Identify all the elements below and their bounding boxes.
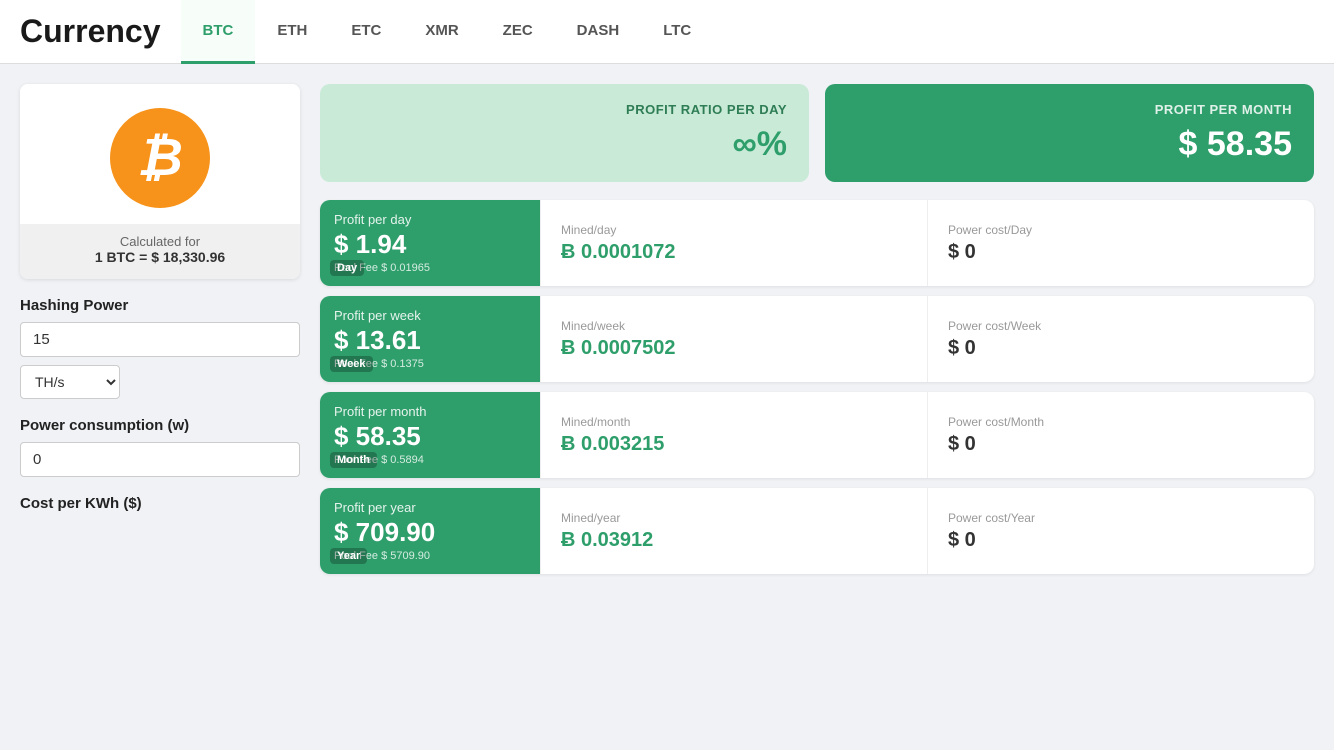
profit-label-week: Profit per week <box>334 308 524 323</box>
data-rows: Profit per day $ 1.94 Pool Fee $ 0.01965… <box>320 200 1314 574</box>
summary-card-month: PROFIT PER MONTH $ 58.35 <box>825 84 1314 182</box>
currency-tabs: BTCETHETCXMRZECDASHLTC <box>181 0 714 64</box>
mined-value-week: Ƀ 0.0007502 <box>561 337 907 360</box>
power-consumption-section: Power consumption (w) <box>20 417 300 477</box>
data-row-week: Profit per week $ 13.61 Pool Fee $ 0.137… <box>320 296 1314 382</box>
tab-etc[interactable]: ETC <box>329 0 403 64</box>
mined-cell-week: Mined/week Ƀ 0.0007502 <box>540 296 927 382</box>
period-badge-week: Week <box>330 356 373 372</box>
data-row-cells-day: Mined/day Ƀ 0.0001072 Power cost/Day $ 0 <box>540 200 1314 286</box>
cost-per-kwh-section: Cost per KWh ($) <box>20 495 300 512</box>
coin-card: ₿ Calculated for 1 BTC = $ 18,330.96 <box>20 84 300 279</box>
unit-select[interactable]: TH/s GH/s MH/s <box>20 365 120 399</box>
data-row-year: Profit per year $ 709.90 Pool Fee $ 5709… <box>320 488 1314 574</box>
mined-label-day: Mined/day <box>561 223 907 237</box>
power-consumption-input[interactable] <box>20 442 300 477</box>
power-value-day: $ 0 <box>948 241 1294 264</box>
data-row-left-year: Profit per year $ 709.90 Pool Fee $ 5709… <box>320 488 540 574</box>
main-content: ₿ Calculated for 1 BTC = $ 18,330.96 Has… <box>0 64 1334 604</box>
tab-zec[interactable]: ZEC <box>481 0 555 64</box>
hashing-power-label: Hashing Power <box>20 297 300 314</box>
mined-value-year: Ƀ 0.03912 <box>561 529 907 552</box>
mined-label-week: Mined/week <box>561 319 907 333</box>
left-panel: ₿ Calculated for 1 BTC = $ 18,330.96 Has… <box>20 84 300 584</box>
profit-label-day: Profit per day <box>334 212 524 227</box>
power-label-day: Power cost/Day <box>948 223 1294 237</box>
mined-value-month: Ƀ 0.003215 <box>561 433 907 456</box>
profit-value-year: $ 709.90 <box>334 517 524 548</box>
summary-card-day: PROFIT RATIO PER DAY ∞% <box>320 84 809 182</box>
page-title: Currency <box>20 13 161 50</box>
header: Currency BTCETHETCXMRZECDASHLTC <box>0 0 1334 64</box>
mined-cell-month: Mined/month Ƀ 0.003215 <box>540 392 927 478</box>
coin-logo-area: ₿ <box>20 84 300 224</box>
hashing-power-input[interactable] <box>20 322 300 357</box>
profit-value-month: $ 58.35 <box>334 421 524 452</box>
mined-cell-day: Mined/day Ƀ 0.0001072 <box>540 200 927 286</box>
data-row-left-day: Profit per day $ 1.94 Pool Fee $ 0.01965… <box>320 200 540 286</box>
power-label-year: Power cost/Year <box>948 511 1294 525</box>
tab-eth[interactable]: ETH <box>255 0 329 64</box>
right-panel: PROFIT RATIO PER DAY ∞% PROFIT PER MONTH… <box>320 84 1314 584</box>
profit-ratio-label: PROFIT RATIO PER DAY <box>626 102 787 117</box>
power-cost-cell-month: Power cost/Month $ 0 <box>927 392 1314 478</box>
mined-value-day: Ƀ 0.0001072 <box>561 241 907 264</box>
power-consumption-label: Power consumption (w) <box>20 417 300 434</box>
data-row-cells-week: Mined/week Ƀ 0.0007502 Power cost/Week $… <box>540 296 1314 382</box>
calculated-for-label: Calculated for <box>32 234 288 249</box>
period-badge-year: Year <box>330 548 367 564</box>
data-row-left-month: Profit per month $ 58.35 Pool Fee $ 0.58… <box>320 392 540 478</box>
power-label-week: Power cost/Week <box>948 319 1294 333</box>
tab-dash[interactable]: DASH <box>555 0 642 64</box>
profit-month-value: $ 58.35 <box>1179 125 1292 164</box>
cost-per-kwh-label: Cost per KWh ($) <box>20 495 300 512</box>
power-value-month: $ 0 <box>948 433 1294 456</box>
profit-ratio-value: ∞% <box>733 125 787 164</box>
tab-xmr[interactable]: XMR <box>403 0 480 64</box>
period-badge-month: Month <box>330 452 377 468</box>
power-cost-cell-day: Power cost/Day $ 0 <box>927 200 1314 286</box>
hashing-power-section: Hashing Power TH/s GH/s MH/s <box>20 297 300 399</box>
profit-month-label: PROFIT PER MONTH <box>1155 102 1292 117</box>
data-row-left-week: Profit per week $ 13.61 Pool Fee $ 0.137… <box>320 296 540 382</box>
profit-label-month: Profit per month <box>334 404 524 419</box>
summary-cards: PROFIT RATIO PER DAY ∞% PROFIT PER MONTH… <box>320 84 1314 182</box>
tab-btc[interactable]: BTC <box>181 0 256 64</box>
power-label-month: Power cost/Month <box>948 415 1294 429</box>
power-cost-cell-week: Power cost/Week $ 0 <box>927 296 1314 382</box>
tab-ltc[interactable]: LTC <box>641 0 713 64</box>
data-row-cells-month: Mined/month Ƀ 0.003215 Power cost/Month … <box>540 392 1314 478</box>
data-row-cells-year: Mined/year Ƀ 0.03912 Power cost/Year $ 0 <box>540 488 1314 574</box>
btc-logo: ₿ <box>110 108 210 208</box>
mined-cell-year: Mined/year Ƀ 0.03912 <box>540 488 927 574</box>
profit-value-day: $ 1.94 <box>334 229 524 260</box>
power-cost-cell-year: Power cost/Year $ 0 <box>927 488 1314 574</box>
data-row-month: Profit per month $ 58.35 Pool Fee $ 0.58… <box>320 392 1314 478</box>
period-badge-day: Day <box>330 260 364 276</box>
power-value-year: $ 0 <box>948 529 1294 552</box>
power-value-week: $ 0 <box>948 337 1294 360</box>
coin-price-area: Calculated for 1 BTC = $ 18,330.96 <box>20 224 300 279</box>
mined-label-month: Mined/month <box>561 415 907 429</box>
profit-value-week: $ 13.61 <box>334 325 524 356</box>
profit-label-year: Profit per year <box>334 500 524 515</box>
coin-price-value: 1 BTC = $ 18,330.96 <box>32 249 288 265</box>
mined-label-year: Mined/year <box>561 511 907 525</box>
data-row-day: Profit per day $ 1.94 Pool Fee $ 0.01965… <box>320 200 1314 286</box>
